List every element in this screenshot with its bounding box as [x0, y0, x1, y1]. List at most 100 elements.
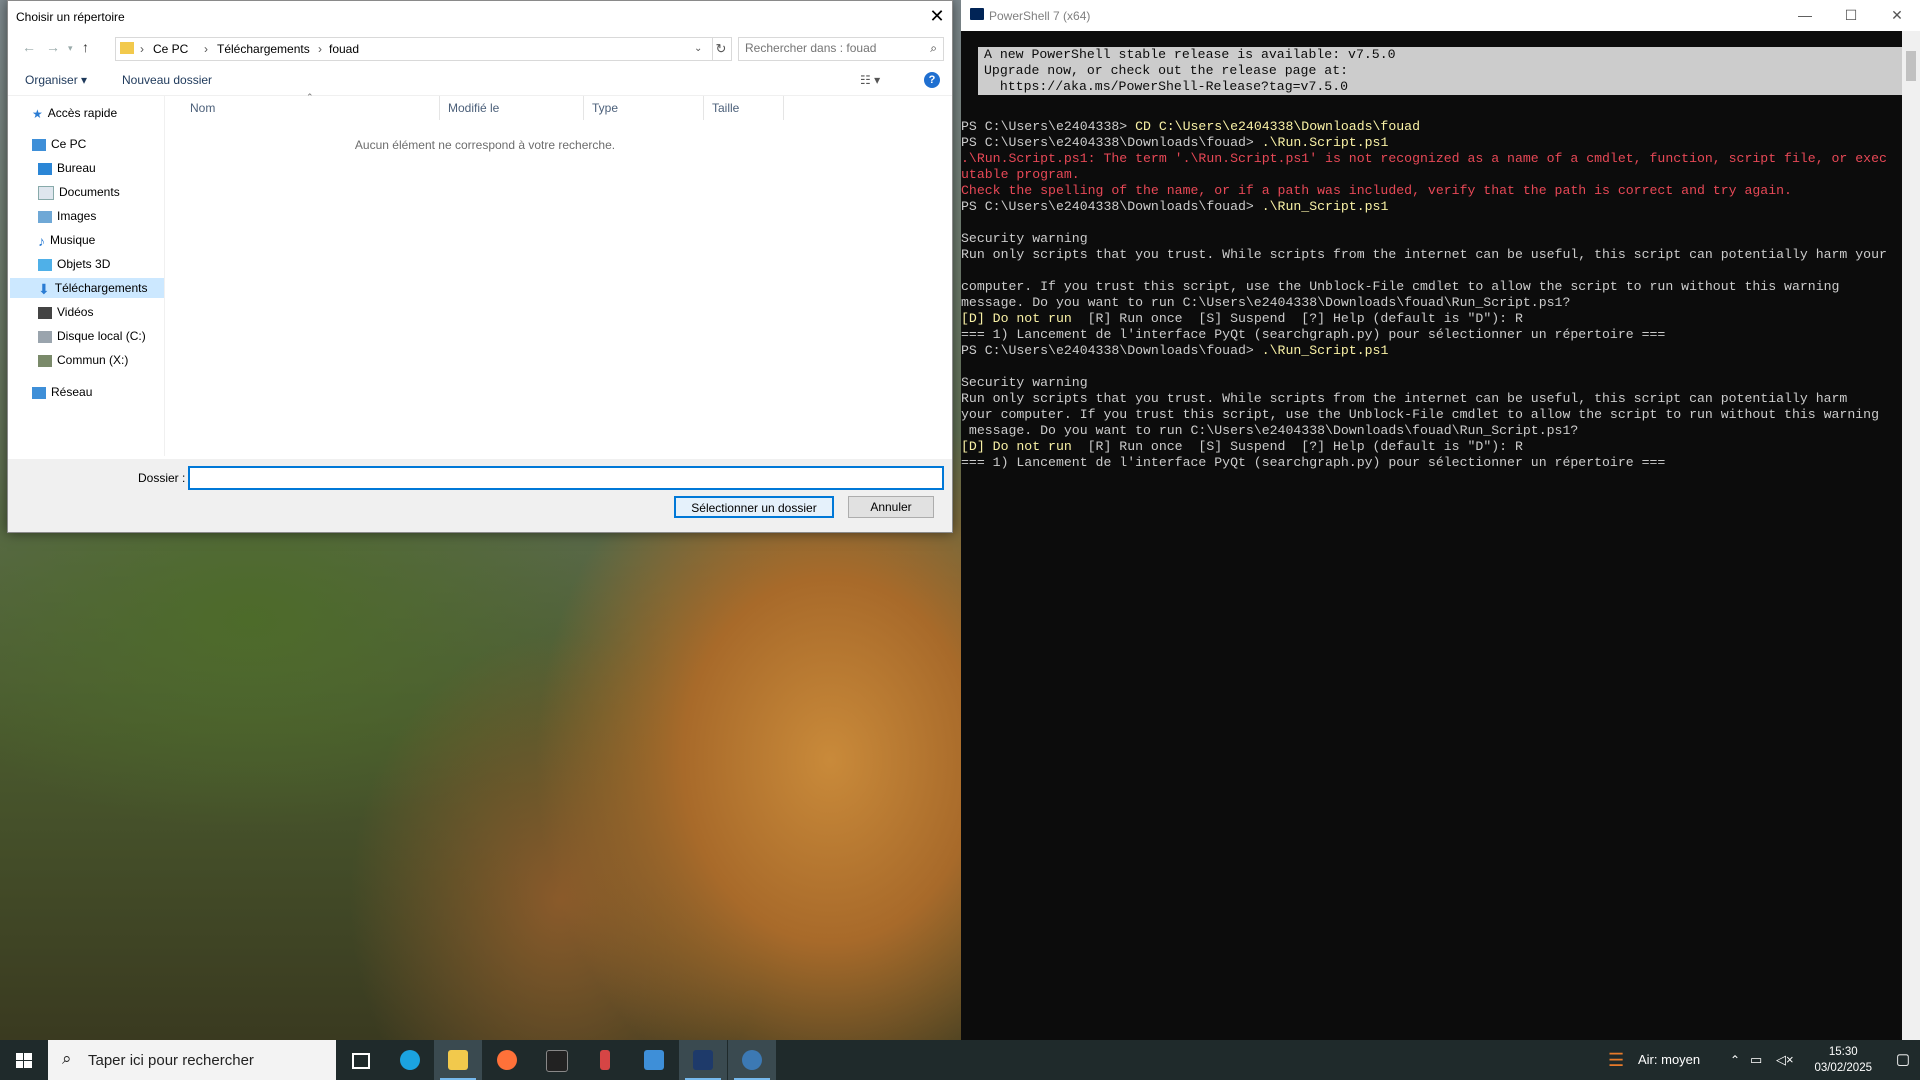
windows-icon — [16, 1053, 32, 1068]
firefox-icon[interactable] — [483, 1040, 531, 1080]
terminal-line: message. Do you want to run C:\Users\e24… — [961, 423, 1578, 439]
powershell-titlebar[interactable]: PowerShell 7 (x64) — ☐ ✕ — [961, 0, 1920, 31]
column-header-taille[interactable]: Taille — [704, 96, 784, 120]
nav-label: Disque local (C:) — [57, 329, 146, 343]
banner-line: A new PowerShell stable release is avail… — [984, 47, 1396, 62]
file-explorer-icon[interactable] — [434, 1040, 482, 1080]
recent-chevron-icon[interactable]: ▾ — [68, 43, 73, 54]
terminal-line: message. Do you want to run C:\Users\e24… — [961, 295, 1570, 311]
command-text: .\Run_Script.ps1 — [1261, 343, 1389, 358]
back-arrow-icon[interactable]: ← — [22, 39, 36, 55]
column-header-type[interactable]: Type — [584, 96, 704, 120]
empty-message: Aucun élément ne correspond à votre rech… — [354, 138, 616, 152]
nav-label: Documents — [59, 185, 120, 199]
taskbar-search[interactable]: ⌕ Taper ici pour rechercher — [48, 1040, 336, 1080]
nav-label: Réseau — [51, 385, 93, 399]
nav-bureau[interactable]: Bureau — [38, 158, 96, 178]
scrollbar-thumb[interactable] — [1906, 51, 1916, 81]
error-text: Check the spelling of the name, or if a … — [961, 183, 1792, 198]
select-folder-button[interactable]: Sélectionner un dossier — [674, 496, 834, 518]
nav-this-pc[interactable]: Ce PC — [32, 134, 86, 154]
breadcrumb-fouad[interactable]: fouad — [329, 42, 359, 56]
column-header-modifie[interactable]: Modifié le — [440, 96, 584, 120]
help-icon[interactable]: ? — [924, 72, 940, 88]
nav-objets-3d[interactable]: Objets 3D — [38, 254, 110, 274]
terminal-line: [D] Do not run [R] Run once [S] Suspend … — [961, 311, 1523, 327]
computer-icon — [32, 138, 46, 151]
nav-label: Téléchargements — [54, 281, 148, 295]
terminal-text: Run only scripts that you trust. While s… — [961, 247, 1887, 262]
search-icon: ⌕ — [930, 41, 937, 55]
nav-quick-access[interactable]: ★ Accès rapide — [32, 103, 117, 123]
network-tray-icon[interactable]: ▭ — [1750, 1040, 1762, 1080]
nav-videos[interactable]: Vidéos — [38, 302, 93, 322]
terminal-line: Security warning — [961, 231, 1088, 247]
nav-musique[interactable]: ♪ Musique — [38, 230, 95, 250]
terminal-scrollbar[interactable] — [1902, 31, 1920, 1040]
powershell-icon[interactable] — [679, 1040, 727, 1080]
app-red-icon[interactable] — [581, 1040, 629, 1080]
nav-label: Commun (X:) — [57, 353, 129, 367]
show-hidden-icons-icon[interactable]: ⌃ — [1730, 1040, 1740, 1080]
nav-telechargements[interactable]: ⬇ Téléchargements — [10, 278, 164, 298]
desktop-icon — [38, 162, 52, 175]
nav-commun[interactable]: Commun (X:) — [38, 350, 128, 370]
nav-label: Vidéos — [57, 305, 94, 319]
edge-icon[interactable] — [386, 1040, 434, 1080]
folder-input[interactable] — [188, 466, 944, 490]
network-icon — [32, 386, 46, 399]
document-icon — [38, 185, 54, 200]
search-box[interactable]: ⌕ — [738, 37, 944, 61]
cancel-button[interactable]: Annuler — [848, 496, 934, 518]
image-icon — [38, 210, 52, 223]
up-arrow-icon[interactable]: ↑ — [82, 39, 89, 55]
forward-arrow-icon[interactable]: → — [46, 39, 60, 55]
nav-disque-local[interactable]: Disque local (C:) — [38, 326, 146, 346]
system-clock[interactable]: 15:30 03/02/2025 — [1814, 1044, 1872, 1076]
dialog-close-button[interactable]: ✕ — [922, 1, 952, 31]
terminal-line: .\Run.Script.ps1: The term '.\Run.Script… — [961, 151, 1887, 167]
new-folder-button[interactable]: Nouveau dossier — [122, 73, 212, 87]
notification-icon[interactable]: ▢ — [1896, 1040, 1910, 1080]
start-button[interactable] — [0, 1040, 48, 1080]
terminal-icon[interactable] — [532, 1040, 580, 1080]
address-dropdown-icon[interactable]: ⌄ — [694, 43, 702, 54]
nav-reseau[interactable]: Réseau — [32, 382, 92, 402]
banner-line: https://aka.ms/PowerShell-Release?tag=v7… — [984, 79, 1349, 94]
address-bar[interactable]: › Ce PC › Téléchargements › fouad ⌄ — [115, 37, 713, 61]
volume-muted-icon[interactable]: ◁× — [1776, 1040, 1794, 1080]
choose-folder-dialog: Choisir un répertoire ✕ ← → ▾ ↑ › Ce PC … — [7, 0, 953, 533]
terminal-text: PS C:\Users\e2404338\Downloads\fouad> — [961, 199, 1262, 214]
terminal-line: Run only scripts that you trust. While s… — [961, 247, 1887, 263]
terminal-output[interactable]: A new PowerShell stable release is avail… — [961, 31, 1902, 1040]
terminal-text: message. Do you want to run C:\Users\e24… — [961, 423, 1579, 438]
terminal-line: Run only scripts that you trust. While s… — [961, 391, 1847, 407]
nav-documents[interactable]: Documents — [38, 182, 120, 202]
organize-button[interactable]: Organiser ▾ — [25, 73, 87, 87]
terminal-text: PS C:\Users\e2404338> — [961, 119, 1136, 134]
breadcrumb-ce-pc[interactable]: Ce PC — [153, 42, 188, 56]
terminal-line: utable program. — [961, 167, 1080, 183]
vscode-icon[interactable] — [630, 1040, 678, 1080]
terminal-line: PS C:\Users\e2404338\Downloads\fouad> .\… — [961, 199, 1388, 215]
breadcrumb-telechargements[interactable]: Téléchargements — [217, 42, 310, 56]
weather-icon[interactable]: ☰ — [1608, 1040, 1624, 1080]
minimize-button[interactable]: — — [1782, 0, 1828, 31]
search-input[interactable] — [739, 38, 915, 58]
powershell-title: PowerShell 7 (x64) — [989, 9, 1091, 23]
close-button[interactable]: ✕ — [1874, 0, 1920, 31]
nav-label: Ce PC — [51, 137, 87, 151]
refresh-icon[interactable]: ↻ — [711, 37, 732, 61]
terminal-line: your computer. If you trust this script,… — [961, 407, 1879, 423]
python-icon[interactable] — [728, 1040, 776, 1080]
star-icon: ★ — [32, 106, 43, 121]
weather-text[interactable]: Air: moyen — [1638, 1040, 1700, 1080]
dialog-titlebar[interactable]: Choisir un répertoire ✕ — [8, 1, 952, 31]
nav-images[interactable]: Images — [38, 206, 96, 226]
task-view-icon[interactable] — [336, 1040, 384, 1080]
maximize-button[interactable]: ☐ — [1828, 0, 1874, 31]
view-options-icon[interactable]: ☷ ▾ — [860, 73, 880, 87]
terminal-text: === 1) Lancement de l'interface PyQt (se… — [961, 455, 1666, 470]
prompt-option: [D] Do not run — [961, 439, 1088, 454]
terminal-text: message. Do you want to run C:\Users\e24… — [961, 295, 1571, 310]
